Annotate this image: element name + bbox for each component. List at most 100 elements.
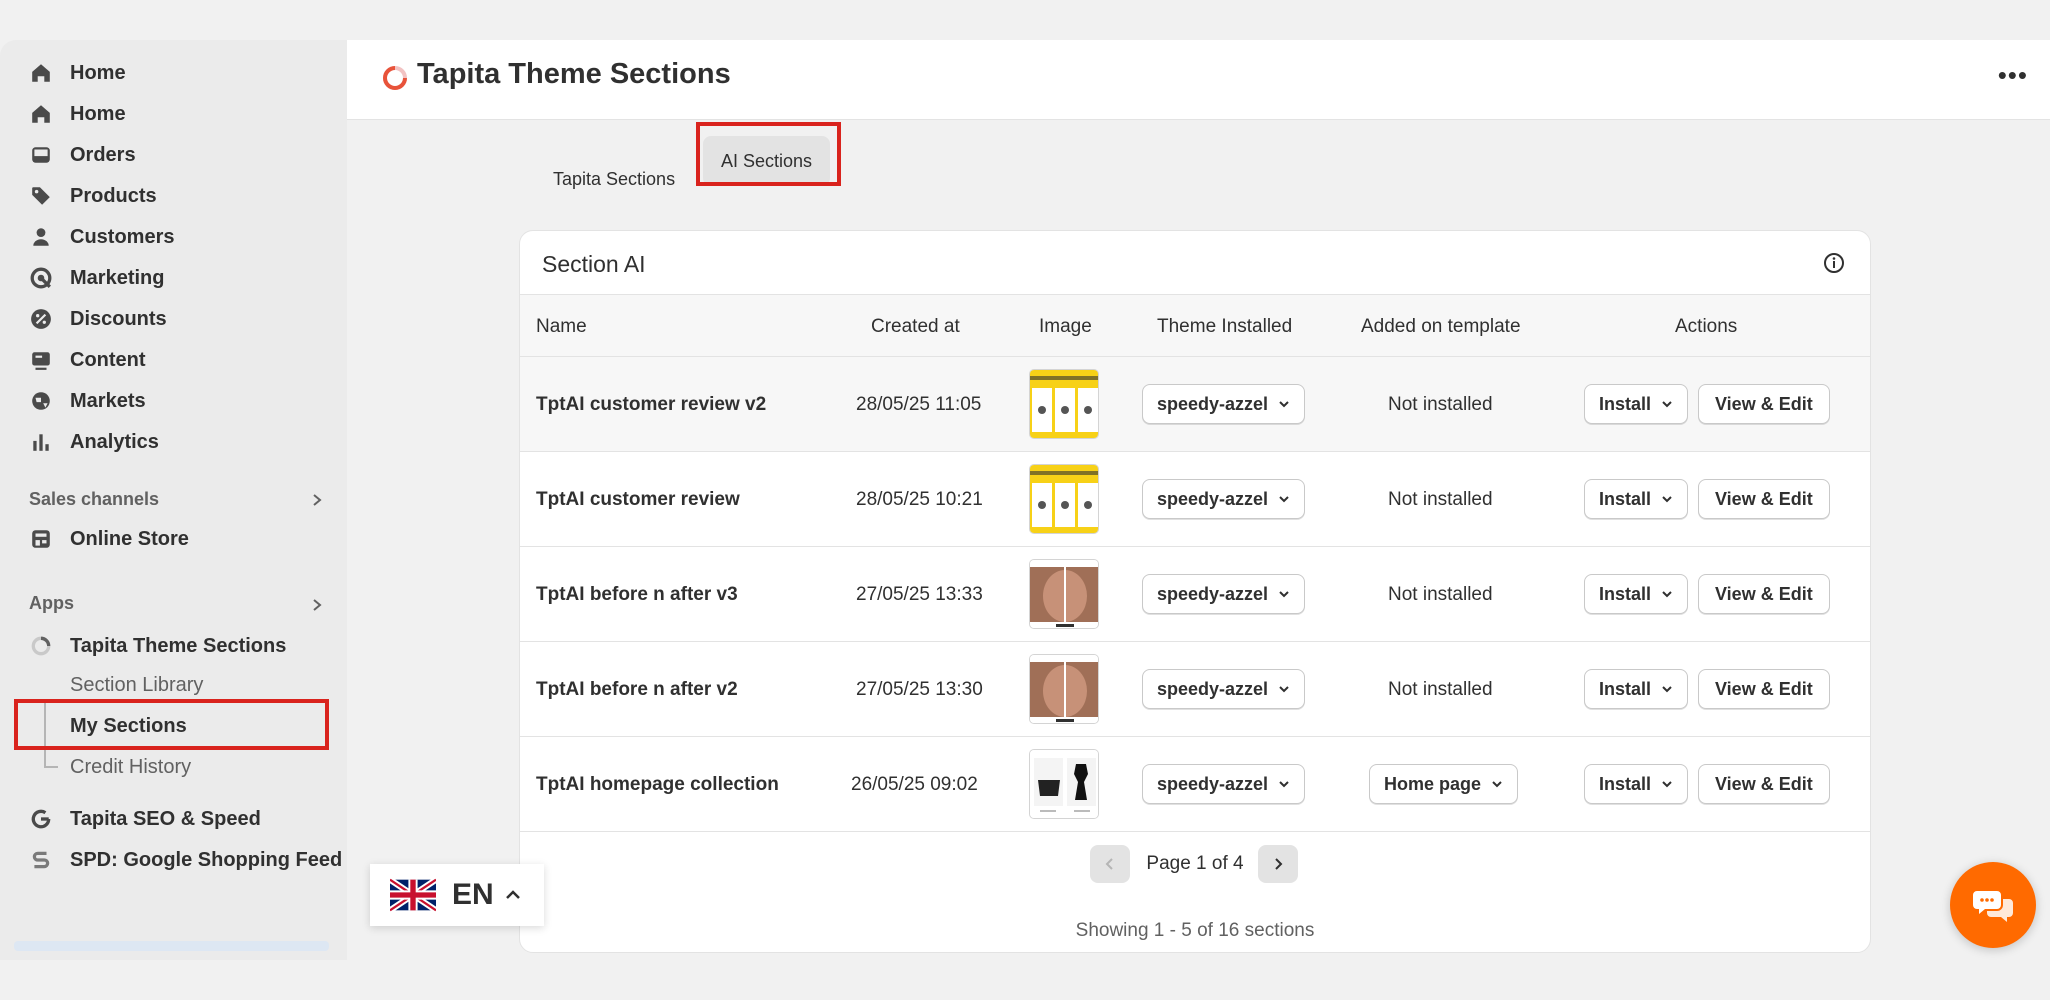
next-page-button[interactable] — [1258, 845, 1298, 883]
view-edit-button[interactable]: View & Edit — [1698, 479, 1830, 519]
sidebar-subitem-section-library[interactable]: Section Library — [70, 670, 203, 700]
section-name: TptAI customer review v2 — [536, 393, 767, 415]
theme-select[interactable]: speedy-azzel — [1142, 479, 1306, 519]
language-switcher[interactable]: EN — [370, 864, 544, 926]
view-edit-button[interactable]: View & Edit — [1698, 669, 1830, 709]
sidebar-item-label: Products — [70, 184, 157, 207]
section-name: TptAI homepage collection — [536, 773, 779, 795]
face-thumbnail — [1029, 559, 1099, 629]
table-row[interactable]: TptAI before n after v3 27/05/25 13:33 s… — [520, 547, 1870, 642]
sidebar-subitem-credit-history[interactable]: Credit History — [70, 752, 191, 782]
sidebar-item-label: Markets — [70, 389, 146, 412]
chevron-down-icon — [1662, 591, 1672, 598]
install-button[interactable]: Install — [1584, 764, 1689, 804]
sidebar-item-discounts[interactable]: Discounts — [30, 302, 167, 336]
review-thumbnail — [1029, 464, 1099, 534]
table-row[interactable]: TptAI before n after v2 27/05/25 13:30 s… — [520, 642, 1870, 737]
view-edit-button[interactable]: View & Edit — [1698, 764, 1830, 804]
section-name: TptAI before n after v3 — [536, 583, 738, 605]
more-options-icon[interactable]: ••• — [1998, 62, 2028, 88]
chevron-down-icon — [1662, 781, 1672, 788]
tab-ai-sections[interactable]: AI Sections — [703, 136, 831, 186]
install-button[interactable]: Install — [1584, 669, 1689, 709]
column-header-created: Created at — [871, 315, 960, 337]
sidebar-item-label: Content — [70, 348, 146, 371]
sidebar-item-home[interactable]: Home — [30, 97, 126, 131]
sidebar-item-label: Discounts — [70, 307, 167, 330]
install-button[interactable]: Install — [1584, 384, 1689, 424]
showing-count: Showing 1 - 5 of 16 sections — [1075, 920, 1315, 941]
app-logo-icon — [383, 66, 407, 90]
sidebar-item-label: Orders — [70, 143, 136, 166]
chevron-down-icon — [1279, 686, 1289, 693]
target-icon — [30, 267, 52, 289]
view-edit-button[interactable]: View & Edit — [1698, 384, 1830, 424]
sidebar-item-orders[interactable]: Orders — [30, 138, 136, 172]
created-at: 27/05/25 13:33 — [856, 583, 983, 605]
sidebar-bottom-strip — [14, 941, 329, 951]
table-row[interactable]: TptAI customer review 28/05/25 10:21 spe… — [520, 452, 1870, 547]
sidebar-item-tapita-seo[interactable]: Tapita SEO & Speed — [30, 802, 261, 836]
created-at: 27/05/25 13:30 — [856, 678, 983, 700]
created-at: 26/05/25 09:02 — [851, 773, 978, 795]
theme-select-value: speedy-azzel — [1157, 488, 1269, 509]
sidebar-item-label: Customers — [70, 225, 175, 248]
app-header: Tapita Theme Sections ••• — [347, 40, 2050, 120]
chevron-down-icon — [1662, 496, 1672, 503]
sidebar-item-label: Home — [70, 102, 126, 125]
sidebar-item-home[interactable]: Home — [30, 56, 126, 90]
table-row[interactable]: TptAI customer review v2 28/05/25 11:05 … — [520, 357, 1870, 452]
theme-select[interactable]: speedy-azzel — [1142, 574, 1306, 614]
table-header: Name Created at Image Theme Installed Ad… — [520, 294, 1870, 357]
tag-icon — [30, 185, 52, 207]
sidebar-item-spd-google[interactable]: SPD: Google Shopping Feed — [30, 843, 342, 877]
section-name: TptAI customer review — [536, 488, 740, 510]
theme-select[interactable]: speedy-azzel — [1142, 669, 1306, 709]
tree-line — [44, 700, 46, 768]
chevron-right-icon[interactable] — [310, 493, 324, 507]
app-loader-icon — [30, 635, 52, 657]
sidebar-item-analytics[interactable]: Analytics — [30, 425, 159, 459]
chevron-down-icon — [1279, 591, 1289, 598]
chevron-down-icon — [1662, 401, 1672, 408]
template-select-value: Home page — [1384, 773, 1482, 794]
page-indicator: Page 1 of 4 — [1146, 853, 1244, 874]
chevron-down-icon — [1279, 781, 1289, 788]
chevron-down-icon — [1279, 496, 1289, 503]
sidebar-item-products[interactable]: Products — [30, 179, 157, 213]
chevron-right-icon[interactable] — [310, 598, 324, 612]
sidebar-item-label: Marketing — [70, 266, 165, 289]
language-code: EN — [452, 878, 494, 911]
theme-select[interactable]: speedy-azzel — [1142, 764, 1306, 804]
tab-tapita-sections[interactable]: Tapita Sections — [535, 154, 693, 204]
chat-button[interactable] — [1950, 862, 2036, 948]
sidebar-item-content[interactable]: Content — [30, 343, 146, 377]
install-button[interactable]: Install — [1584, 479, 1689, 519]
face-thumbnail — [1029, 654, 1099, 724]
sidebar-item-marketing[interactable]: Marketing — [30, 261, 164, 295]
sidebar-item-label: Tapita Theme Sections — [70, 634, 287, 657]
window-top-band — [0, 0, 2050, 40]
template-status: Not installed — [1388, 678, 1493, 700]
template-select[interactable]: Home page — [1369, 764, 1519, 804]
sidebar-item-online-store[interactable]: Online Store — [30, 522, 189, 556]
install-button[interactable]: Install — [1584, 574, 1689, 614]
theme-select-value: speedy-azzel — [1157, 393, 1269, 414]
theme-select-value: speedy-azzel — [1157, 773, 1269, 794]
chat-icon — [1973, 891, 2013, 922]
view-edit-button[interactable]: View & Edit — [1698, 574, 1830, 614]
sidebar-item-customers[interactable]: Customers — [30, 220, 174, 254]
created-at: 28/05/25 10:21 — [856, 488, 983, 510]
table-row[interactable]: TptAI homepage collection 26/05/25 09:02… — [520, 737, 1870, 832]
sidebar-item-tapita-theme-sections[interactable]: Tapita Theme Sections — [30, 629, 286, 663]
template-status: Not installed — [1388, 488, 1493, 510]
theme-select[interactable]: speedy-azzel — [1142, 384, 1306, 424]
sidebar-subitem-my-sections[interactable]: My Sections — [70, 711, 187, 741]
info-icon[interactable] — [1822, 251, 1846, 275]
sidebar-item-markets[interactable]: Markets — [30, 384, 146, 418]
template-status: Not installed — [1388, 583, 1493, 605]
sales-channels-label: Sales channels — [29, 489, 160, 509]
home-icon — [30, 62, 52, 84]
sidebar: Home Home Orders Products Customers Mark… — [0, 40, 347, 960]
spd-icon — [30, 849, 52, 871]
